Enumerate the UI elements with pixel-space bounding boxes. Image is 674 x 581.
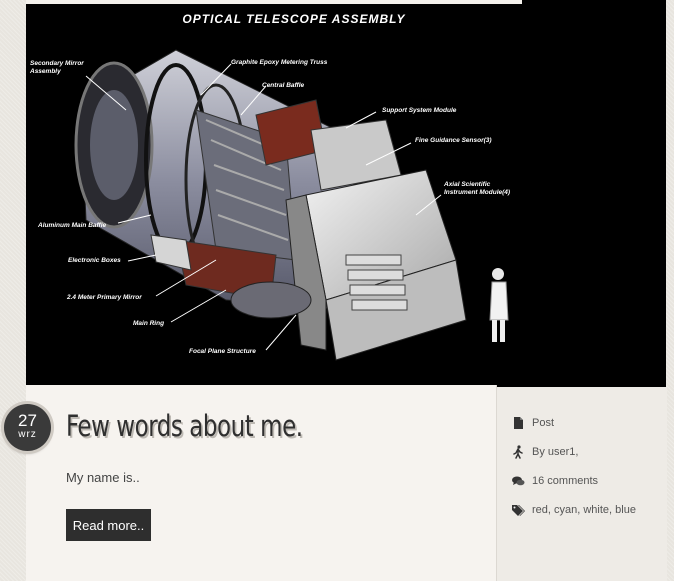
callout-focal-plane: Focal Plane Structure (189, 348, 256, 355)
walking-person-icon (511, 445, 525, 459)
meta-post-type-label: Post (532, 417, 555, 429)
post-title[interactable]: Few words about me. (66, 409, 303, 443)
callout-aluminum-baffle: Aluminum Main Baffle (38, 222, 107, 229)
post-date-month: wrz (18, 429, 37, 440)
meta-author-label[interactable]: By user1, (532, 446, 578, 458)
post-date-badge: 27 wrz (4, 404, 51, 451)
callout-support-system: Support System Module (382, 107, 457, 114)
callout-primary-mirror: 2.4 Meter Primary Mirror (67, 294, 142, 301)
callout-graphite-truss: Graphite Epoxy Metering Truss (231, 59, 328, 66)
post-featured-image[interactable]: OPTICAL TELESCOPE ASSEMBLY Secondary Mir… (26, 0, 666, 387)
comments-icon (511, 474, 525, 488)
meta-post-type: Post (511, 415, 554, 431)
meta-comments[interactable]: 16 comments (511, 473, 598, 489)
callout-secondary-mirror: Secondary Mirror Assembly (30, 60, 84, 75)
meta-tags[interactable]: red, cyan, white, blue (511, 502, 636, 518)
document-icon (511, 416, 525, 430)
post-date-day: 27 (18, 411, 37, 430)
read-more-button[interactable]: Read more.. (66, 509, 151, 541)
meta-author[interactable]: By user1, (511, 444, 578, 460)
meta-comments-label[interactable]: 16 comments (532, 475, 598, 487)
callout-electronic-boxes: Electronic Boxes (68, 257, 121, 264)
callout-fine-guidance: Fine Guidance Sensor(3) (415, 137, 492, 144)
callout-central-baffle: Central Baffle (262, 82, 305, 89)
callout-main-ring: Main Ring (133, 320, 165, 327)
callout-axial-scientific: Axial Scientific Instrument Module(4) (444, 181, 511, 196)
telescope-illustration (74, 49, 509, 361)
meta-tags-label[interactable]: red, cyan, white, blue (532, 504, 636, 516)
tags-icon (511, 503, 525, 517)
post-excerpt: My name is.. (66, 470, 140, 485)
